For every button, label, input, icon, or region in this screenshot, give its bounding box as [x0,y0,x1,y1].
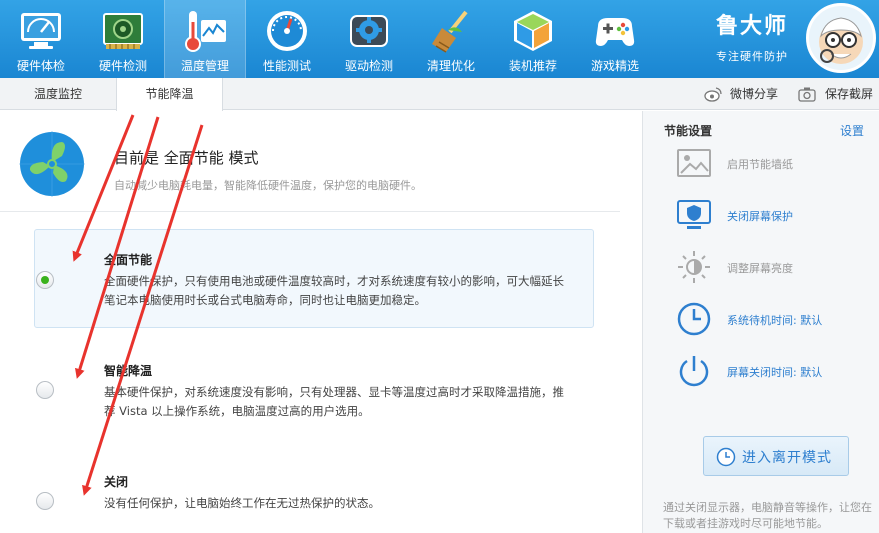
mode-description: 自动减少电脑耗电量，智能降低硬件温度，保护您的电脑硬件。 [114,179,422,192]
tab-energy-saving[interactable]: 节能降温 [116,78,223,111]
sidebar-item-label: 关闭屏幕保护 [727,210,793,223]
toolbar-item-cleanup[interactable]: 清理优化 [410,0,492,78]
brand-name: 鲁大师 [716,14,789,39]
sidebar-note: 通过关闭显示器，电脑静音等操作，让您在下载或者挂游戏时尽可能地节能。 [663,501,872,530]
energy-saving-panel: 目前是 全面节能 模式 自动减少电脑耗电量，智能降低硬件温度，保护您的电脑硬件。… [0,111,642,533]
thermometer-chart-icon [185,11,226,52]
toolbar-label: 温度管理 [180,59,229,73]
toolbar-item-driver[interactable]: 驱动检测 [328,0,410,78]
toolbar-item-hardware-checkup[interactable]: 硬件体检 [0,0,82,78]
radio-smart-cooling[interactable] [36,381,54,399]
power-icon [679,356,709,387]
divider [0,211,620,212]
sidebar-item-label: 系统待机时间: 默认 [727,314,823,327]
tab-temperature-monitor[interactable]: 温度监控 [0,78,116,110]
save-screenshot-label: 保存截屏 [825,87,874,101]
option-description: 没有任何保护，让电脑始终工作在无过热保护的状态。 [104,496,380,510]
option-title: 全面节能 [104,253,153,267]
driver-gear-icon [350,15,388,47]
sidebar-item-wallpaper[interactable]: 启用节能墙纸 [675,144,875,184]
tab-bar: 温度监控 节能降温 微博分享 保存截屏 [0,78,879,111]
mode-title: 目前是 全面节能 模式 [114,149,259,167]
toolbar-label: 驱动检测 [344,59,393,73]
camera-icon [798,87,816,102]
toolbar-label: 硬件检测 [98,59,147,73]
sidebar-item-label: 启用节能墙纸 [727,158,793,171]
gamepad-icon [595,18,635,46]
sidebar-item-standby-time[interactable]: 系统待机时间: 默认 [675,300,875,340]
option-title: 智能降温 [104,364,153,378]
toolbar-label: 装机推荐 [508,59,557,73]
toolbar-item-temperature[interactable]: 温度管理 [164,0,246,78]
clock-icon [716,447,736,467]
sidebar-item-label: 屏幕关闭时间: 默认 [727,366,823,379]
toolbar-item-hardware-detect[interactable]: 硬件检测 [82,0,164,78]
weibo-share-button[interactable]: 微博分享 [704,78,778,110]
option-description: 全面硬件保护，只有使用电池或硬件温度较高时，才对系统速度有较小的影响，可大幅延长… [104,274,564,307]
sidebar-item-screen-off-time[interactable]: 屏幕关闭时间: 默认 [675,352,875,392]
cube-icon [514,11,552,51]
save-screenshot-button[interactable]: 保存截屏 [798,78,873,110]
toolbar-item-performance[interactable]: 性能测试 [246,0,328,78]
toolbar-label: 清理优化 [426,59,475,73]
wallpaper-icon [677,149,711,177]
toolbar-item-games[interactable]: 游戏精选 [574,0,656,78]
away-button-label: 进入离开模式 [742,450,832,466]
weibo-share-label: 微博分享 [730,87,779,101]
sidebar-item-screensaver[interactable]: 关闭屏幕保护 [675,196,875,236]
toolbar-item-build-recommend[interactable]: 装机推荐 [492,0,574,78]
broom-icon [432,10,468,53]
mascot-icon [819,17,863,64]
standby-clock-icon [677,302,711,336]
sidebar-item-label: 调整屏幕亮度 [727,262,793,275]
brand: 鲁大师 专注硬件防护 [716,12,806,64]
top-toolbar: 硬件体检 硬件检测 温度管理 性能测试 驱动检测 清理优化 装机推荐 游戏精选 … [0,0,879,78]
weibo-icon [704,87,722,102]
toolbar-label: 游戏精选 [590,59,639,73]
radio-off[interactable] [36,492,54,510]
toolbar-label: 硬件体检 [16,59,65,73]
fan-icon [19,131,85,197]
circuit-board-icon [103,13,143,49]
brightness-icon [678,251,710,283]
screen-shield-icon [677,200,711,229]
sidebar-title: 节能设置 [664,124,713,138]
brand-slogan: 专注硬件防护 [716,50,788,63]
energy-settings-sidebar: 节能设置 设置 启用节能墙纸 关闭屏幕保护 调整屏幕亮度 系统待机时间: 默认 [642,111,879,533]
speedometer-icon [267,11,307,51]
radio-full-saving[interactable] [36,271,54,289]
option-title: 关闭 [104,475,129,489]
option-description: 基本硬件保护，对系统速度没有影响，只有处理器、显卡等温度过高时才采取降温措施，推… [104,385,564,418]
enter-away-mode-button[interactable]: 进入离开模式 [703,436,849,476]
settings-link[interactable]: 设置 [840,122,864,139]
avatar[interactable] [806,3,876,73]
toolbar-label: 性能测试 [262,59,311,73]
sidebar-item-brightness[interactable]: 调整屏幕亮度 [675,248,875,288]
monitor-check-icon [21,13,61,49]
